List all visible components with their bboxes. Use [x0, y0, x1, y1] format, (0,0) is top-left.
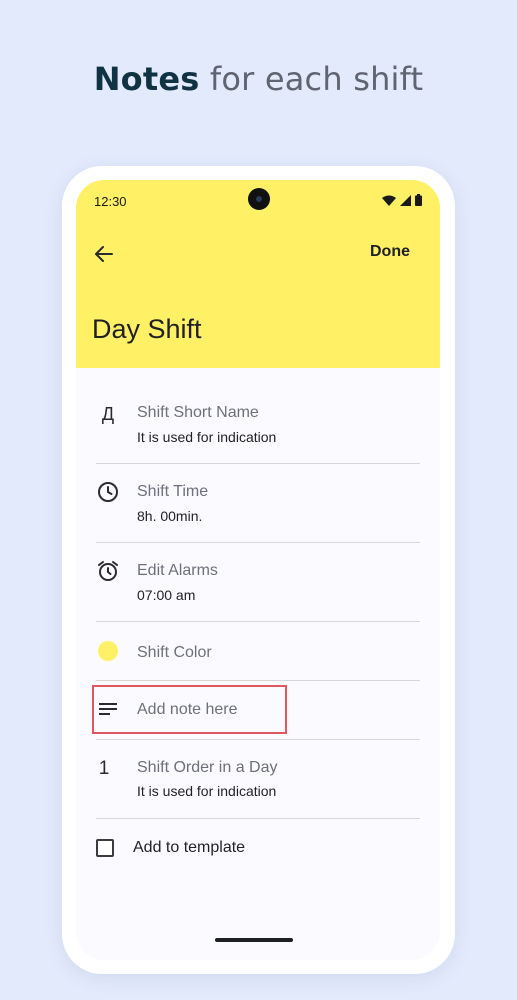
- divider: [96, 818, 420, 819]
- row-shift-order[interactable]: 1 Shift Order in a Day It is used for in…: [76, 747, 440, 799]
- divider: [96, 542, 420, 543]
- row-title: Shift Order in a Day: [137, 759, 278, 776]
- phone-frame: 12:30 Done Day Shift Д Shift Short Name …: [62, 166, 455, 974]
- divider: [96, 463, 420, 464]
- checkbox-label: Add to template: [133, 839, 246, 856]
- divider: [96, 621, 420, 622]
- template-checkbox[interactable]: [96, 839, 114, 857]
- status-icons: [382, 194, 422, 206]
- letter-icon: Д: [101, 404, 115, 424]
- done-button[interactable]: Done: [370, 243, 410, 261]
- signal-icon: [400, 194, 411, 206]
- home-indicator[interactable]: [215, 938, 293, 942]
- row-shift-time[interactable]: Shift Time 8h. 00min.: [76, 471, 440, 524]
- shift-title: Day Shift: [92, 314, 202, 344]
- battery-icon: [415, 194, 422, 206]
- app-bar: 12:30 Done Day Shift: [76, 180, 440, 368]
- row-shift-color[interactable]: Shift Color: [76, 629, 440, 677]
- row-title: Shift Short Name: [137, 404, 259, 421]
- wifi-icon: [382, 195, 396, 206]
- promo-headline: Notes for each shift: [0, 60, 517, 98]
- color-dot-icon: [98, 641, 118, 661]
- number-icon: 1: [98, 758, 110, 779]
- clock-icon: [98, 482, 118, 502]
- row-subtitle: 8h. 00min.: [137, 508, 203, 524]
- row-subtitle: It is used for indication: [137, 783, 277, 799]
- row-title: Shift Time: [137, 483, 209, 500]
- row-shift-short-name[interactable]: Д Shift Short Name It is used for indica…: [76, 392, 440, 445]
- row-subtitle: 07:00 am: [137, 587, 196, 603]
- headline-strong: Notes: [93, 60, 200, 98]
- row-title: Edit Alarms: [137, 562, 218, 579]
- camera-cutout: [248, 188, 270, 210]
- phone-screen: 12:30 Done Day Shift Д Shift Short Name …: [76, 180, 440, 960]
- status-time: 12:30: [94, 194, 127, 209]
- divider: [96, 739, 420, 740]
- row-subtitle: It is used for indication: [137, 429, 277, 445]
- note-highlight-box: [92, 685, 287, 734]
- back-arrow-icon[interactable]: [92, 242, 116, 266]
- headline-rest: for each shift: [199, 60, 424, 98]
- row-title: Shift Color: [137, 644, 212, 661]
- row-add-to-template[interactable]: Add to template: [76, 830, 440, 870]
- row-edit-alarms[interactable]: Edit Alarms 07:00 am: [76, 550, 440, 603]
- divider: [96, 680, 420, 681]
- alarm-icon: [98, 561, 118, 581]
